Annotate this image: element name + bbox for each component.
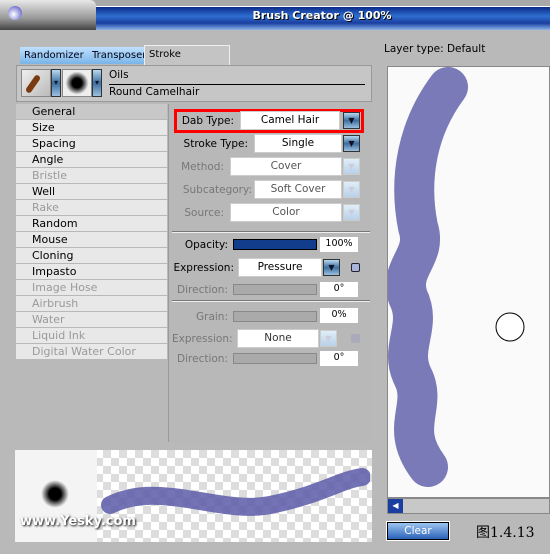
variant-dropdown[interactable]: ▾	[92, 69, 102, 97]
sidebar-item-spacing[interactable]: Spacing	[16, 136, 167, 152]
opacity-label: Opacity:	[184, 239, 228, 251]
tab-stroke-designer[interactable]: Stroke Designer	[144, 45, 230, 77]
direction-label: Direction:	[177, 284, 228, 296]
direction2-slider	[233, 353, 317, 364]
grain-label: Grain:	[196, 311, 228, 323]
opacity-value[interactable]: 100%	[320, 237, 358, 252]
expression-dropdown-icon[interactable]: ▼	[323, 259, 340, 276]
divider	[172, 231, 370, 233]
method-select: Cover	[230, 157, 342, 176]
sidebar-item-airbrush: Airbrush	[16, 296, 167, 312]
watermark: www.Yesky.com	[20, 514, 136, 529]
source-dropdown-icon: ▼	[343, 204, 360, 221]
direction-value: 0°	[320, 282, 358, 297]
sidebar-item-mouse[interactable]: Mouse	[16, 232, 167, 248]
tab-transposer[interactable]: Transposer	[88, 47, 146, 64]
window-title: Brush Creator @ 100%	[252, 9, 392, 22]
opacity-slider[interactable]	[233, 239, 317, 250]
app-icon-tab	[0, 0, 96, 30]
brush-header: ▾ ▾ Oils Round Camelhair	[16, 65, 372, 102]
expression-label: Expression:	[173, 262, 234, 274]
brush-category-icon[interactable]	[21, 69, 51, 97]
sidebar-item-impasto[interactable]: Impasto	[16, 264, 167, 280]
tab-randomizer[interactable]: Randomizer	[20, 47, 88, 64]
sidebar-item-angle[interactable]: Angle	[16, 152, 167, 168]
grain-slider	[233, 311, 317, 322]
stroke-preview: www.Yesky.com	[15, 450, 372, 542]
figure-caption: 图1.4.13	[476, 525, 535, 541]
sidebar-item-liquid-ink: Liquid Ink	[16, 328, 167, 344]
dab-preview-icon[interactable]	[62, 69, 92, 97]
stroke-type-label: Stroke Type:	[183, 138, 248, 150]
sidebar-item-well[interactable]: Well	[16, 184, 167, 200]
sidebar-item-image-hose: Image Hose	[16, 280, 167, 296]
method-label: Method:	[181, 161, 224, 173]
expression2-invert-checkbox	[351, 334, 360, 343]
sidebar-item-digital-water-color: Digital Water Color	[16, 344, 167, 360]
source-select: Color	[230, 203, 342, 222]
expression-select[interactable]: Pressure	[238, 258, 322, 277]
subcategory-label: Subcategory:	[182, 184, 252, 196]
method-dropdown-icon: ▼	[343, 158, 360, 175]
expression-invert-checkbox[interactable]	[351, 263, 360, 272]
brush-cursor	[495, 312, 525, 342]
layer-type-label: Layer type: Default	[384, 43, 486, 55]
subcategory-select: Soft Cover	[254, 180, 342, 199]
direction2-value: 0°	[320, 351, 358, 366]
brush-category: Oils	[109, 69, 129, 81]
sidebar-item-cloning[interactable]: Cloning	[16, 248, 167, 264]
direction2-label: Direction:	[177, 353, 228, 365]
dab-type-label: Dab Type:	[181, 115, 234, 127]
sidebar-item-bristle: Bristle	[16, 168, 167, 184]
sidebar-item-size[interactable]: Size	[16, 120, 167, 136]
expression2-select: None	[237, 329, 319, 348]
expression2-label: Expression:	[172, 333, 233, 345]
stroke-type-dropdown-icon[interactable]: ▼	[343, 135, 360, 152]
horizontal-scrollbar[interactable]: ◀	[387, 498, 550, 514]
brush-stroke-sample	[386, 67, 525, 487]
category-dropdown[interactable]: ▾	[51, 69, 61, 97]
scroll-left-icon[interactable]: ◀	[388, 499, 403, 513]
clear-button[interactable]: Clear	[386, 521, 450, 541]
expression2-dropdown-icon: ▼	[320, 330, 337, 347]
sidebar-item-water: Water	[16, 312, 167, 328]
subcategory-dropdown-icon: ▼	[343, 181, 360, 198]
source-label: Source:	[184, 207, 224, 219]
sidebar-item-random[interactable]: Random	[16, 216, 167, 232]
stroke-type-select[interactable]: Single	[254, 134, 342, 153]
brush-variant: Round Camelhair	[109, 84, 365, 98]
dab-preview	[41, 480, 69, 508]
grain-value: 0%	[320, 308, 358, 323]
stroke-preview-curve	[101, 468, 370, 516]
sidebar-item-rake: Rake	[16, 200, 167, 216]
dab-type-dropdown-icon[interactable]: ▼	[343, 112, 360, 129]
dab-type-select[interactable]: Camel Hair	[240, 111, 340, 130]
divider	[172, 300, 370, 302]
sidebar-item-general[interactable]: General	[16, 104, 167, 120]
direction-slider	[233, 284, 317, 295]
app-icon	[8, 6, 22, 20]
preview-canvas[interactable]	[386, 66, 550, 498]
